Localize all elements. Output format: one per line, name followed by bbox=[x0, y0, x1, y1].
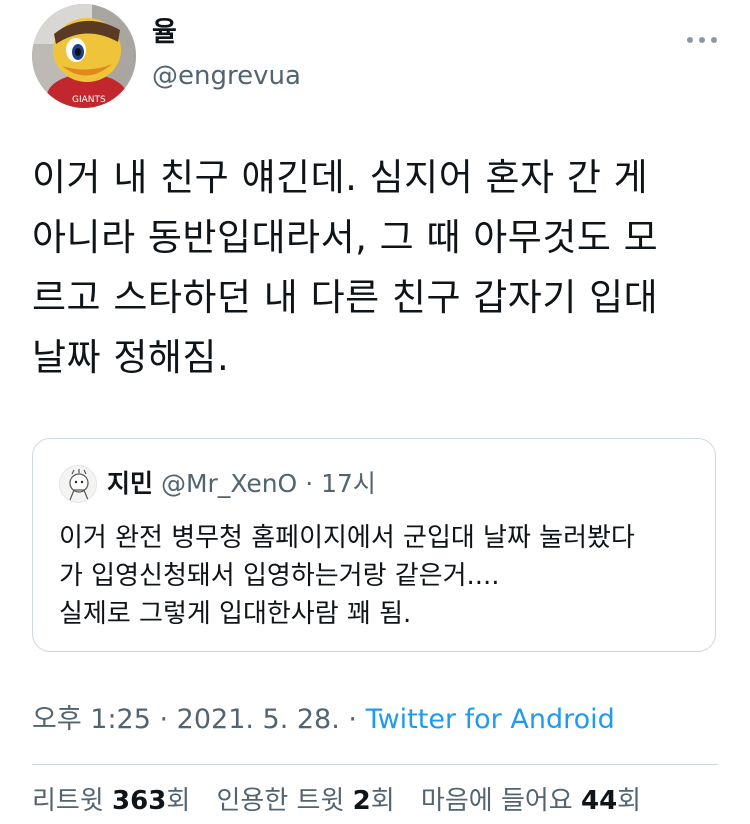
tweet-time[interactable]: 오후 1:25 bbox=[32, 704, 151, 735]
quotes-stat[interactable]: 인용한 트윗 2회 bbox=[217, 786, 395, 816]
quote-text: 이거 완전 병무청 홈페이지에서 군입대 날짜 눌러봤다 가 입영신청돼서 입영… bbox=[59, 523, 635, 629]
meta-separator: · bbox=[339, 704, 366, 735]
quote-separator: · bbox=[305, 469, 314, 498]
quote-author-name[interactable]: 지민 bbox=[107, 469, 153, 498]
retweets-label: 리트윗 bbox=[32, 786, 104, 816]
likes-label: 마음에 들어요 bbox=[420, 786, 573, 816]
tweet-source-link[interactable]: Twitter for Android bbox=[366, 704, 615, 735]
quote-time: 17시 bbox=[321, 469, 376, 498]
retweets-unit: 회 bbox=[166, 786, 191, 816]
mascot-avatar-icon: GIANTS bbox=[32, 4, 136, 108]
character-avatar-icon bbox=[69, 469, 89, 501]
retweets-count: 363 bbox=[112, 786, 167, 816]
tweet-date[interactable]: 2021. 5. 28. bbox=[177, 704, 340, 735]
quote-author-handle[interactable]: @Mr_XenO bbox=[161, 469, 297, 498]
more-horizontal-icon[interactable] bbox=[686, 36, 718, 44]
divider bbox=[32, 764, 718, 765]
likes-stat[interactable]: 마음에 들어요 44회 bbox=[421, 786, 641, 816]
quotes-unit: 회 bbox=[370, 786, 395, 816]
likes-unit: 회 bbox=[617, 786, 642, 816]
tweet-meta: 오후 1:25 · 2021. 5. 28. · Twitter for And… bbox=[32, 700, 615, 740]
tweet-text: 이거 내 친구 얘긴데. 심지어 혼자 간 게 아니라 동반입대라서, 그 때 … bbox=[32, 156, 659, 379]
quotes-label: 인용한 트윗 bbox=[216, 786, 345, 816]
tweet-stats: 리트윗 363회 인용한 트윗 2회 마음에 들어요 44회 bbox=[32, 782, 641, 820]
likes-count: 44 bbox=[580, 786, 618, 816]
retweets-stat[interactable]: 리트윗 363회 bbox=[32, 786, 190, 816]
svg-text:GIANTS: GIANTS bbox=[72, 95, 106, 105]
quotes-count: 2 bbox=[352, 786, 371, 816]
author-handle[interactable]: @engrevua bbox=[152, 60, 301, 92]
quote-avatar[interactable] bbox=[59, 465, 97, 503]
quote-header: 지민 @Mr_XenO · 17시 bbox=[107, 467, 376, 501]
meta-separator: · bbox=[150, 704, 177, 735]
author-name[interactable]: 율 bbox=[152, 16, 177, 50]
quoted-tweet[interactable]: 지민 @Mr_XenO · 17시 이거 완전 병무청 홈페이지에서 군입대 날… bbox=[32, 438, 716, 652]
author-avatar[interactable]: GIANTS bbox=[32, 4, 136, 108]
